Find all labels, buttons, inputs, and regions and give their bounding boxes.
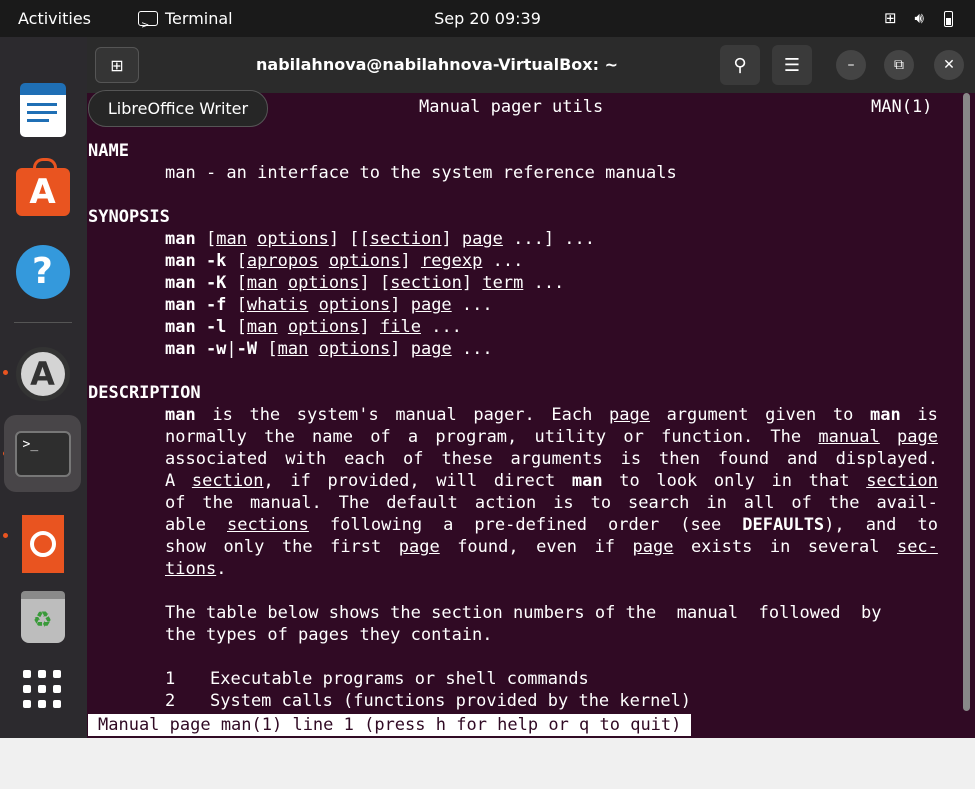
description-line: of the manual. The default action is to search in… <box>165 493 938 513</box>
section-heading-description: DESCRIPTION <box>88 383 201 403</box>
synopsis-line: man [man options] [[section] page ...] .… <box>165 229 595 249</box>
show-applications-button[interactable] <box>4 651 81 728</box>
dock-item-writer[interactable] <box>4 71 81 148</box>
name-text: man - an interface to the system referen… <box>165 163 677 183</box>
synopsis-line: man -f [whatis options] page ... <box>165 295 493 315</box>
description-line: associated with each of these arguments is then… <box>165 449 938 469</box>
scrollbar[interactable] <box>963 93 970 711</box>
search-icon: ⚲ <box>733 54 747 76</box>
table-intro-line: The table below shows the section number… <box>165 603 882 623</box>
section-heading-name: NAME <box>88 141 129 161</box>
synopsis-line: man -K [man options] [section] term ... <box>165 273 565 293</box>
close-button[interactable]: ✕ <box>934 50 964 80</box>
description-line: normally the name of a program, utility or funct… <box>165 427 938 447</box>
header-bar: ⊞ nabilahnova@nabilahnova-VirtualBox: ~ … <box>87 37 975 93</box>
system-tray[interactable]: ⊞ 🔊︎ <box>884 0 953 37</box>
window-title: nabilahnova@nabilahnova-VirtualBox: ~ <box>256 55 618 74</box>
dock-separator <box>14 322 72 323</box>
trash-icon: ♻ <box>20 590 65 643</box>
app-menu-terminal[interactable]: Terminal <box>138 0 233 44</box>
description-line: Asection, if provided, will direct man to look o… <box>165 471 938 491</box>
writer-icon <box>19 82 66 137</box>
man-header-center: Manual pager utils <box>419 97 604 117</box>
dock-item-software[interactable]: A <box>4 153 81 230</box>
close-icon: ✕ <box>943 57 955 73</box>
description-line: show only the first page found, even if page exis… <box>165 537 938 557</box>
dock-item-updater[interactable]: A <box>4 335 81 412</box>
table-intro-line: the types of pages they contain. <box>165 625 493 645</box>
network-icon: ⊞ <box>883 9 897 27</box>
ubuntu-icon <box>21 514 64 573</box>
dock: A ? A >_ ♻ <box>0 37 87 738</box>
section-description: System calls (functions provided by the … <box>210 691 692 711</box>
section-description: Executable programs or shell commands <box>210 669 589 689</box>
section-heading-synopsis: SYNOPSIS <box>88 207 170 227</box>
activities-button[interactable]: Activities <box>18 0 91 37</box>
app-menu-label: Terminal <box>165 9 233 28</box>
pager-status-line: Manual page man(1) line 1 (press h for h… <box>88 714 692 736</box>
minimize-icon: – <box>847 57 855 73</box>
battery-icon <box>944 10 953 27</box>
search-button[interactable]: ⚲ <box>720 45 760 85</box>
description-line: able sections following a pre-defined order (s… <box>165 515 938 535</box>
top-bar: Activities Terminal Sep 20 09:39 ⊞ 🔊︎ <box>0 0 975 44</box>
app-grid-icon <box>22 669 63 710</box>
synopsis-line: man -w|-W [man options] page ... <box>165 339 493 359</box>
help-icon: ? <box>15 244 70 299</box>
dock-item-terminal[interactable]: >_ <box>4 415 81 492</box>
description-line: man is the system's manual pager. Each page argu… <box>165 405 938 425</box>
synopsis-line: man -k [apropos options] regexp ... <box>165 251 524 271</box>
dock-item-ubuntu[interactable] <box>4 505 81 582</box>
updater-icon: A <box>15 346 70 401</box>
volume-icon: 🔊︎ <box>914 9 924 27</box>
section-number: 2 <box>165 691 176 711</box>
restore-icon: ⧉ <box>894 57 904 73</box>
maximize-button[interactable]: ⧉ <box>884 50 914 80</box>
dock-tooltip: LibreOffice Writer <box>88 90 268 127</box>
dock-item-help[interactable]: ? <box>4 233 81 310</box>
man-header-right: MAN(1) <box>871 97 933 117</box>
minimize-button[interactable]: – <box>836 50 866 80</box>
section-number: 1 <box>165 669 176 689</box>
menu-button[interactable]: ☰ <box>772 45 812 85</box>
synopsis-line: man -l [man options] file ... <box>165 317 462 337</box>
terminal-small-icon <box>138 7 158 44</box>
software-store-icon: A <box>15 157 70 216</box>
terminal-icon: >_ <box>14 430 71 477</box>
description-line: tions. <box>165 559 227 579</box>
dock-item-trash[interactable]: ♻ <box>4 578 81 655</box>
hamburger-menu-icon: ☰ <box>783 54 801 76</box>
